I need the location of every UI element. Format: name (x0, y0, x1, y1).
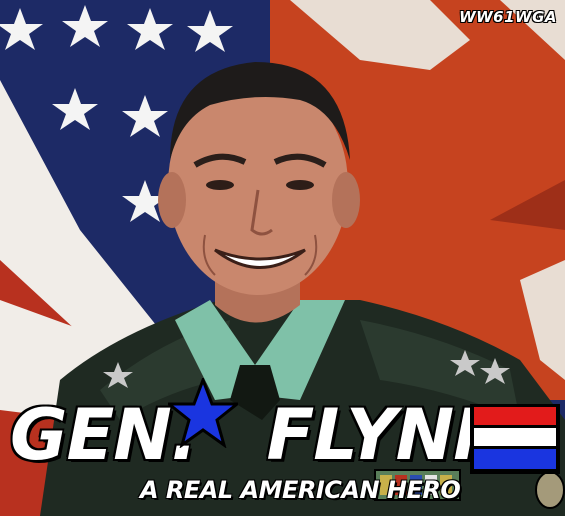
subtitle: A REAL AMERICAN HERO (140, 476, 461, 504)
star-icon (168, 378, 238, 448)
title: GEN. FLYNN (10, 392, 512, 478)
watermark: WW61WGA (459, 8, 557, 26)
flag-stripes-icon (470, 404, 560, 474)
poster: WW61WGA GEN. FLYNN A REAL AMERICAN HERO (0, 0, 565, 516)
